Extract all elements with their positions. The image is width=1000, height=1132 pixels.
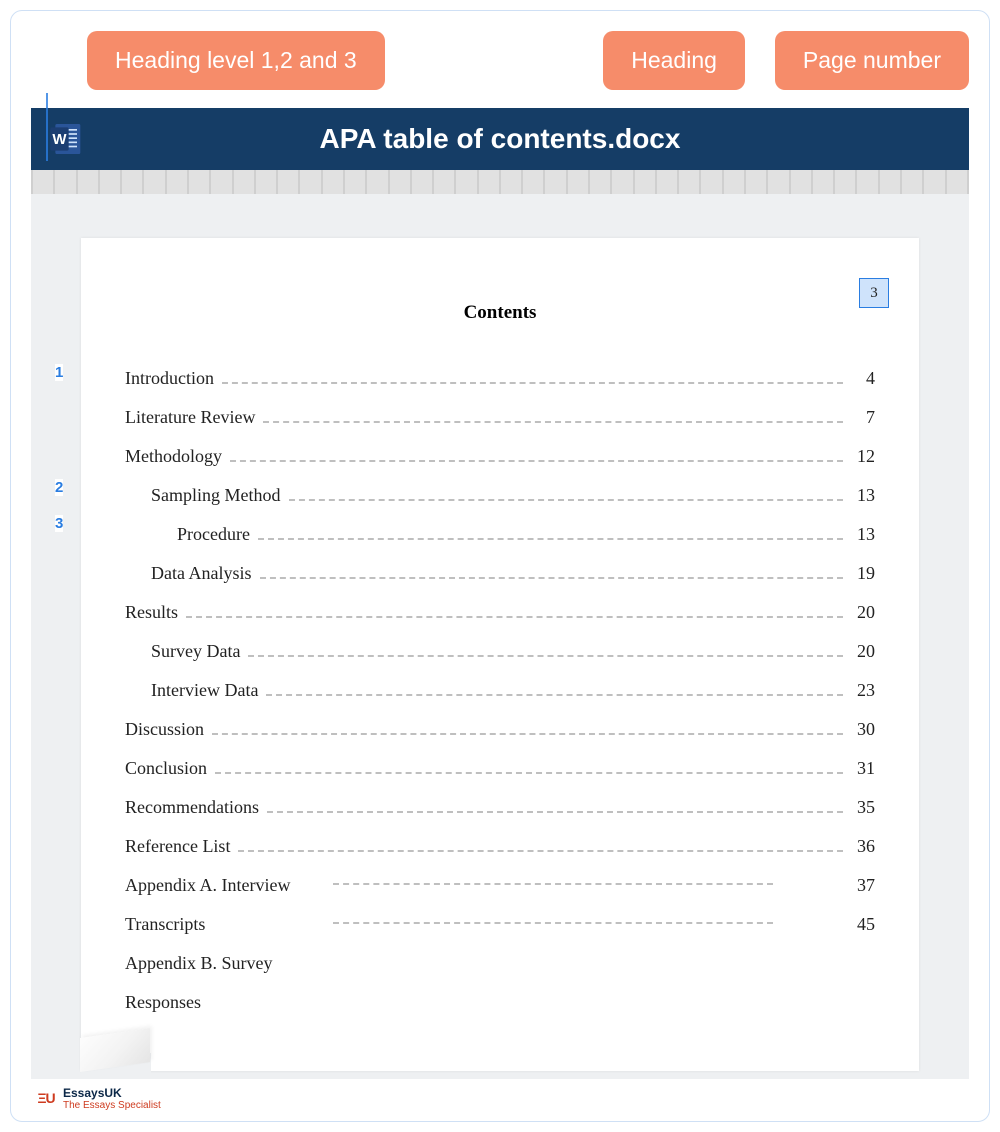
- toc-entry-page: 37: [851, 875, 875, 896]
- ruler: [31, 170, 969, 194]
- callout-heading: Heading: [603, 31, 745, 90]
- toc-row: Introduction 4: [125, 368, 875, 389]
- toc-leader: [215, 772, 843, 774]
- toc-entry-page: 13: [851, 524, 875, 545]
- toc-entry-label: Appendix B. Survey: [125, 953, 273, 974]
- toc-entry-page: 13: [851, 485, 875, 506]
- toc-entry-label: Survey Data: [151, 641, 240, 662]
- toc-leader: [186, 616, 843, 618]
- toc-entry-page: 7: [851, 407, 875, 428]
- toc-heading: Contents: [125, 302, 875, 324]
- toc-entry-label: Literature Review: [125, 407, 255, 428]
- toc-entry-label: Conclusion: [125, 758, 207, 779]
- toc-leader: [258, 538, 843, 540]
- page-curl-decoration: [80, 1028, 150, 1072]
- page-number-box: 3: [859, 278, 889, 308]
- toc-entry-label: Interview Data: [151, 680, 258, 701]
- toc-row: Conclusion 31: [125, 758, 875, 779]
- brand-tagline: The Essays Specialist: [63, 1100, 161, 1111]
- toc-leader: [267, 811, 843, 813]
- toc-row: Sampling Method 13: [125, 485, 875, 506]
- toc-leader: [289, 499, 844, 501]
- toc-entry-label: Transcripts: [125, 914, 325, 935]
- toc-leader: [248, 655, 843, 657]
- toc-entry-page: 12: [851, 446, 875, 467]
- toc-entry-page: 35: [851, 797, 875, 818]
- callout-row: Heading level 1,2 and 3 Heading Page num…: [31, 31, 969, 90]
- toc-row: Responses: [125, 992, 875, 1013]
- toc-row: Interview Data 23: [125, 680, 875, 701]
- window-titlebar: W APA table of contents.docx: [31, 108, 969, 170]
- infographic-frame: Heading level 1,2 and 3 Heading Page num…: [10, 10, 990, 1122]
- toc-entry-label: Results: [125, 602, 178, 623]
- window-title: APA table of contents.docx: [87, 123, 969, 155]
- toc-row: Transcripts 45: [125, 914, 875, 935]
- toc-leader: [230, 460, 843, 462]
- toc-entry-page: 31: [851, 758, 875, 779]
- toc-leader: [333, 922, 773, 924]
- toc-entry-label: Sampling Method: [151, 485, 281, 506]
- toc-entry-label: Responses: [125, 992, 201, 1013]
- brand-text: EssaysUK The Essays Specialist: [63, 1087, 161, 1111]
- toc-entry-page: 45: [851, 914, 875, 935]
- toc-entry-page: 20: [851, 602, 875, 623]
- brand-footer: ΞU EssaysUK The Essays Specialist: [31, 1087, 969, 1111]
- toc-row: Appendix B. Survey: [125, 953, 875, 974]
- toc-leader: [222, 382, 843, 384]
- toc-entry-page: 20: [851, 641, 875, 662]
- page-number: 3: [870, 285, 878, 302]
- toc-row: Data Analysis 19: [125, 563, 875, 584]
- toc-leader: [260, 577, 844, 579]
- toc-entry-page: 23: [851, 680, 875, 701]
- toc-row: Discussion 30: [125, 719, 875, 740]
- toc-entry-label: Methodology: [125, 446, 222, 467]
- toc-leader: [266, 694, 843, 696]
- svg-text:W: W: [52, 131, 67, 148]
- level-label-3: 3: [55, 515, 63, 532]
- toc-entry-label: Appendix A. Interview: [125, 875, 325, 896]
- brand-name: EssaysUK: [63, 1087, 161, 1100]
- toc-row: Procedure 13: [125, 524, 875, 545]
- toc-row: Appendix A. Interview 37: [125, 875, 875, 896]
- toc-list: Introduction 4 Literature Review 7 Methodolo…: [125, 368, 875, 1013]
- toc-row: Survey Data 20: [125, 641, 875, 662]
- toc-entry-page: 36: [851, 836, 875, 857]
- level-label-2: 2: [55, 479, 63, 496]
- brand-mark-icon: ΞU: [35, 1089, 57, 1109]
- callout-heading-levels: Heading level 1,2 and 3: [87, 31, 385, 90]
- toc-row: Methodology 12: [125, 446, 875, 467]
- toc-entry-page: 30: [851, 719, 875, 740]
- document-page: 3 Contents Introduction 4 Literature Revie…: [81, 238, 919, 1071]
- toc-entry-label: Procedure: [177, 524, 250, 545]
- toc-entry-label: Introduction: [125, 368, 214, 389]
- word-icon: W: [47, 119, 87, 159]
- callout-page-number: Page number: [775, 31, 969, 90]
- toc-entry-label: Discussion: [125, 719, 204, 740]
- toc-row: Literature Review 7: [125, 407, 875, 428]
- toc-row: Reference List 36: [125, 836, 875, 857]
- toc-leader: [263, 421, 843, 423]
- toc-entry-page: 4: [851, 368, 875, 389]
- level-label-1: 1: [55, 364, 63, 381]
- toc-entry-label: Reference List: [125, 836, 230, 857]
- toc-leader: [238, 850, 843, 852]
- toc-entry-label: Data Analysis: [151, 563, 252, 584]
- toc-entry-label: Recommendations: [125, 797, 259, 818]
- document-canvas: 3 Contents Introduction 4 Literature Revie…: [31, 194, 969, 1079]
- toc-row: Results 20: [125, 602, 875, 623]
- toc-leader: [212, 733, 843, 735]
- toc-row: Recommendations 35: [125, 797, 875, 818]
- toc-leader: [333, 883, 773, 885]
- toc-entry-page: 19: [851, 563, 875, 584]
